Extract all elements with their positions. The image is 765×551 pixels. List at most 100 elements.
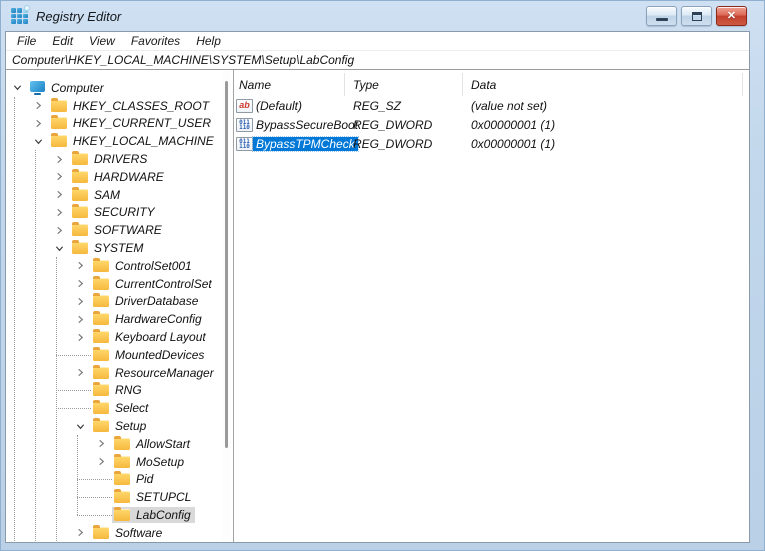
tree-item-label: DRIVERS: [94, 152, 148, 167]
chevron-right-icon[interactable]: [97, 457, 106, 466]
tree-item-label: AllowStart: [136, 436, 191, 451]
tree-connector-line: [77, 515, 112, 517]
tree-item-label: SOFTWARE: [94, 223, 162, 238]
tree-item-security[interactable]: SECURITY: [6, 204, 233, 222]
tree-item-computer[interactable]: Computer: [6, 79, 233, 97]
menu-item-edit[interactable]: Edit: [44, 34, 81, 48]
tree-item-label: HKEY_CLASSES_ROOT: [73, 98, 210, 113]
tree-item-controlset001[interactable]: ControlSet001: [6, 257, 233, 275]
tree-item-labconfig[interactable]: LabConfig: [6, 506, 233, 524]
tree-item-sam[interactable]: SAM: [6, 186, 233, 204]
tree-item-keyboard-layout[interactable]: Keyboard Layout: [6, 328, 233, 346]
tree-item-allowstart[interactable]: AllowStart: [6, 435, 233, 453]
folder-icon: [72, 204, 88, 219]
folder-icon: [72, 151, 88, 166]
chevron-right-icon[interactable]: [55, 190, 64, 199]
menu-item-view[interactable]: View: [81, 34, 123, 48]
chevron-right-icon[interactable]: [76, 261, 85, 270]
chevron-down-icon[interactable]: [13, 83, 22, 92]
window-controls: ✕: [646, 6, 747, 26]
chevron-right-icon[interactable]: [55, 226, 64, 235]
chevron-right-icon[interactable]: [55, 208, 64, 217]
column-header-data[interactable]: Data: [463, 73, 743, 96]
tree-item-driverdatabase[interactable]: DriverDatabase: [6, 293, 233, 311]
chevron-right-icon[interactable]: [55, 172, 64, 181]
tree-scrollbar-thumb[interactable]: [225, 81, 228, 448]
dword-value-icon: 011 110: [236, 117, 253, 132]
registry-value-row-default[interactable]: ab (Default) REG_SZ (value not set): [234, 96, 749, 115]
tree-item-software[interactable]: SOFTWARE: [6, 221, 233, 239]
registry-value-row-bypasssecureboot[interactable]: 011 110 BypassSecureBoot REG_DWORD 0x0000…: [234, 115, 749, 134]
tree-item-hardware[interactable]: HARDWARE: [6, 168, 233, 186]
address-bar-input[interactable]: Computer\HKEY_LOCAL_MACHINE\SYSTEM\Setup…: [6, 50, 749, 70]
chevron-right-icon[interactable]: [76, 315, 85, 324]
folder-icon: [93, 293, 109, 308]
column-header-name[interactable]: Name: [234, 73, 345, 96]
tree-item-label: Pid: [136, 472, 154, 487]
column-header-type[interactable]: Type: [345, 73, 463, 96]
tree-item-currentcontrolset[interactable]: CurrentControlSet: [6, 275, 233, 293]
tree-item-select[interactable]: Select: [6, 399, 233, 417]
folder-icon: [93, 418, 109, 433]
maximize-button[interactable]: [681, 6, 712, 26]
chevron-right-icon[interactable]: [97, 439, 106, 448]
tree-item-mosetup[interactable]: MoSetup: [6, 453, 233, 471]
tree-item-resourcemanager[interactable]: ResourceManager: [6, 364, 233, 382]
chevron-right-icon[interactable]: [76, 297, 85, 306]
tree-item-hkey-classes-root[interactable]: HKEY_CLASSES_ROOT: [6, 97, 233, 115]
tree-item-software[interactable]: Software: [6, 524, 233, 542]
value-type: REG_SZ: [353, 98, 402, 113]
tree-item-hardwareconfig[interactable]: HardwareConfig: [6, 310, 233, 328]
tree-connector-line: [77, 479, 112, 481]
computer-icon: [30, 81, 45, 96]
menu-item-favorites[interactable]: Favorites: [123, 34, 188, 48]
value-list-body: ab (Default) REG_SZ (value not set) 011 1…: [234, 96, 749, 153]
menu-item-file[interactable]: File: [9, 34, 44, 48]
tree-scrollbar-track[interactable]: [222, 71, 231, 541]
folder-icon: [93, 346, 109, 361]
tree-rows: Computer HKEY_CLASSES_ROOT HKEY_CURRENT_…: [6, 70, 233, 542]
main-area: Computer HKEY_CLASSES_ROOT HKEY_CURRENT_…: [6, 70, 749, 542]
tree-item-setup[interactable]: Setup: [6, 417, 233, 435]
maximize-icon: [691, 11, 702, 21]
tree-item-rng[interactable]: RNG: [6, 382, 233, 400]
titlebar[interactable]: Registry Editor ✕: [1, 1, 764, 31]
folder-icon: [51, 115, 67, 130]
chevron-down-icon[interactable]: [76, 422, 85, 431]
menu-item-help[interactable]: Help: [188, 34, 229, 48]
folder-icon: [51, 97, 67, 112]
value-data: 0x00000001 (1): [471, 136, 556, 151]
tree-item-setupcl[interactable]: SETUPCL: [6, 488, 233, 506]
registry-value-row-bypasstpmcheck[interactable]: 011 110 BypassTPMCheck REG_DWORD 0x000000…: [234, 134, 749, 153]
folder-icon: [93, 364, 109, 379]
tree-item-system[interactable]: SYSTEM: [6, 239, 233, 257]
chevron-down-icon[interactable]: [55, 244, 64, 253]
minimize-button[interactable]: [646, 6, 677, 26]
folder-icon: [93, 257, 109, 272]
chevron-right-icon[interactable]: [34, 119, 43, 128]
tree-item-hkey-local-machine[interactable]: HKEY_LOCAL_MACHINE: [6, 132, 233, 150]
chevron-right-icon[interactable]: [55, 155, 64, 164]
folder-icon: [93, 311, 109, 326]
chevron-right-icon[interactable]: [34, 101, 43, 110]
chevron-right-icon[interactable]: [76, 528, 85, 537]
tree-item-label: Computer: [51, 80, 104, 95]
folder-icon: [114, 435, 130, 450]
dword-value-icon: 011 110: [236, 136, 253, 151]
chevron-right-icon[interactable]: [76, 368, 85, 377]
tree-item-hkey-current-user[interactable]: HKEY_CURRENT_USER: [6, 115, 233, 133]
tree-connector-line: [56, 354, 91, 356]
chevron-right-icon[interactable]: [76, 279, 85, 288]
close-button[interactable]: ✕: [716, 6, 747, 26]
folder-icon: [93, 382, 109, 397]
tree-item-label: LabConfig: [136, 508, 191, 523]
tree-item-label: SYSTEM: [94, 241, 144, 256]
chevron-right-icon[interactable]: [76, 333, 85, 342]
window-title: Registry Editor: [36, 8, 122, 24]
tree-item-mounteddevices[interactable]: MountedDevices: [6, 346, 233, 364]
folder-icon: [93, 275, 109, 290]
tree-item-drivers[interactable]: DRIVERS: [6, 150, 233, 168]
chevron-down-icon[interactable]: [34, 137, 43, 146]
value-data: (value not set): [471, 98, 548, 113]
tree-item-pid[interactable]: Pid: [6, 471, 233, 489]
